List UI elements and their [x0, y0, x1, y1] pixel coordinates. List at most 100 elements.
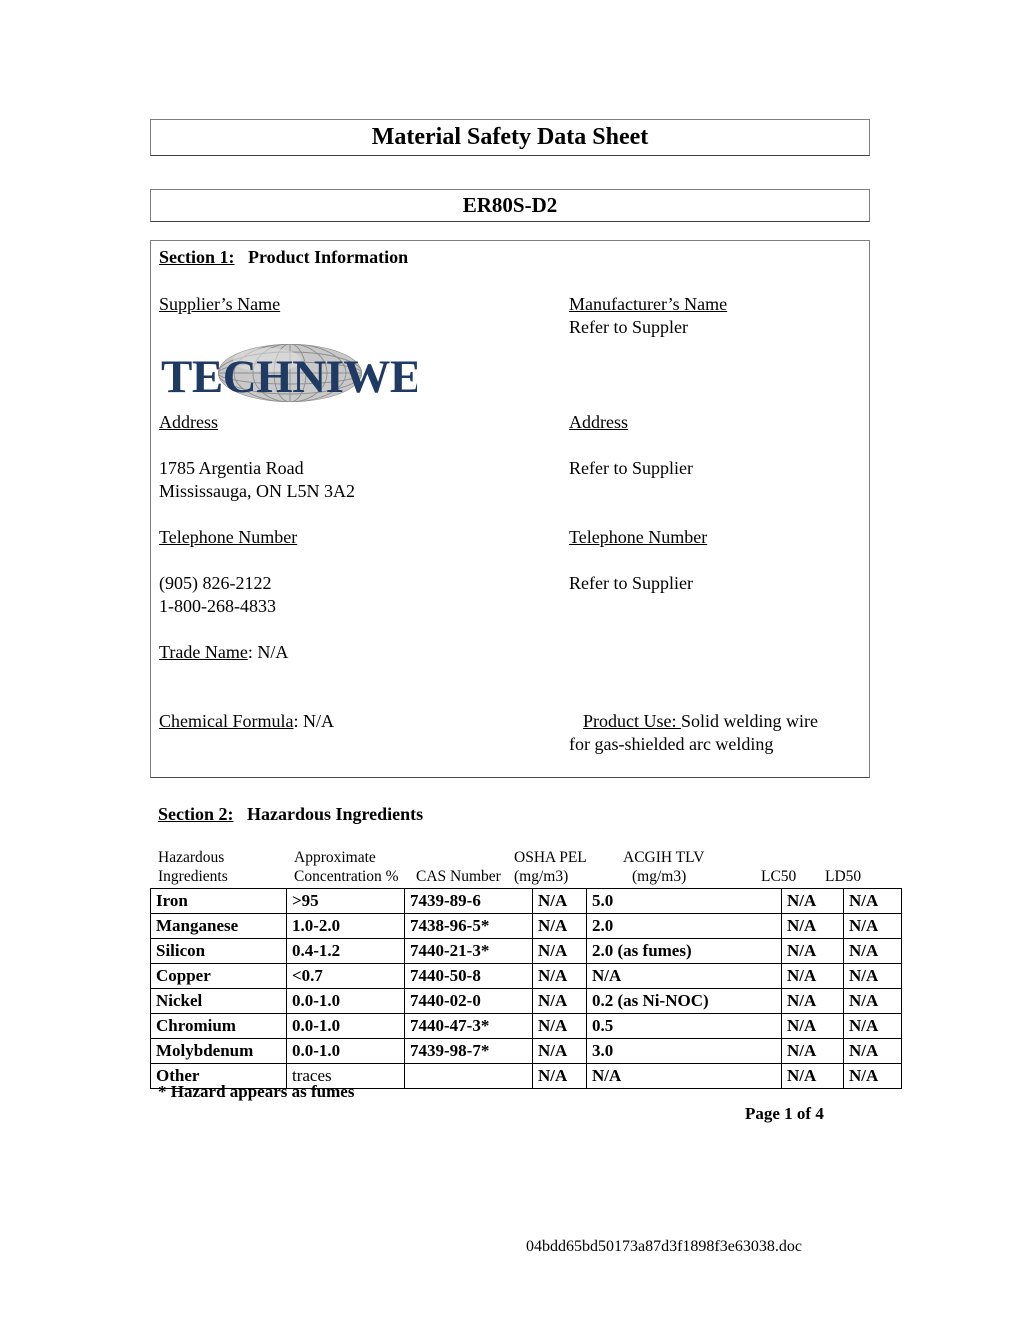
header-concentration-line-1: Approximate [294, 849, 376, 866]
ingredient-lc50: N/A [781, 988, 844, 1014]
ingredient-ld50: N/A [843, 1038, 902, 1064]
ingredient-lc50: N/A [781, 938, 844, 964]
page-title: Material Safety Data Sheet [371, 124, 649, 150]
supplier-address-line-1: 1785 Argentia Road [159, 458, 304, 478]
ingredient-cas-number: 7439-98-7* [404, 1038, 533, 1064]
manufacturer-phone-value: Refer to Supplier [569, 573, 693, 593]
header-cas-number: CAS Number [416, 868, 501, 885]
hazardous-ingredients-table: Iron >95 7439-89-6 N/A 5.0 N/A N/A Manganese 1.0… [150, 888, 902, 1089]
section-2-heading: Section 2: Hazardous Ingredients [158, 804, 423, 825]
header-osha-pel-line-1: OSHA PEL [514, 849, 587, 866]
section-2-title: Hazardous Ingredients [247, 804, 424, 824]
ingredient-concentration: >95 [286, 888, 405, 914]
manufacturer-name-label: Manufacturer’s Name [569, 294, 728, 314]
table-row: Copper <0.7 7440-50-8 N/A N/A N/A N/A [150, 963, 902, 989]
chemical-formula-row: Chemical Formula: N/A [159, 710, 334, 733]
product-use-value-part-1: Solid welding wire [681, 711, 818, 731]
ingredient-acgih-tlv: 2.0 [586, 913, 782, 939]
ingredient-osha-pel: N/A [532, 938, 587, 964]
section-1-number: Section 1: [159, 247, 235, 267]
ingredient-acgih-tlv: 5.0 [586, 888, 782, 914]
ingredient-osha-pel: N/A [532, 913, 587, 939]
ingredient-concentration: 0.0-1.0 [286, 1038, 405, 1064]
ingredient-osha-pel: N/A [532, 888, 587, 914]
ingredient-osha-pel: N/A [532, 1063, 587, 1089]
ingredient-lc50: N/A [781, 963, 844, 989]
chemical-formula-label: Chemical Formula [159, 711, 294, 731]
ingredient-cas-number: 7440-50-8 [404, 963, 533, 989]
trade-name-value: : N/A [247, 642, 289, 662]
manufacturer-phone-label: Telephone Number [569, 527, 708, 547]
ingredient-lc50: N/A [781, 1038, 844, 1064]
ingredient-concentration: 0.0-1.0 [286, 988, 405, 1014]
page-number: Page 1 of 4 [745, 1104, 824, 1123]
ingredient-ld50: N/A [843, 1063, 902, 1089]
table-row: Manganese 1.0-2.0 7438-96-5* N/A 2.0 N/A N/A [150, 913, 902, 939]
ingredient-cas-number: 7439-89-6 [404, 888, 533, 914]
ingredient-name: Nickel [150, 988, 287, 1014]
supplier-phone-label: Telephone Number [159, 527, 298, 547]
ingredient-lc50: N/A [781, 1013, 844, 1039]
table-row: Nickel 0.0-1.0 7440-02-0 N/A 0.2 (as Ni-NOC)… [150, 988, 902, 1014]
ingredient-acgih-tlv: N/A [586, 963, 782, 989]
ingredient-acgih-tlv: N/A [586, 1063, 782, 1089]
ingredient-lc50: N/A [781, 1063, 844, 1089]
header-acgih-tlv-line-1: ACGIH TLV [623, 849, 705, 866]
section-1-container: Section 1: Product Information Supplier’… [150, 240, 870, 778]
ingredient-ld50: N/A [843, 888, 902, 914]
chemical-formula-value: : N/A [293, 711, 334, 731]
header-osha-pel-line-2: (mg/m3) [514, 868, 569, 885]
header-acgih-tlv-line-2: (mg/m3) [632, 868, 687, 885]
section-2-number: Section 2: [158, 804, 234, 824]
manufacturer-address-label: Address [569, 412, 628, 432]
ingredient-cas-number [404, 1063, 533, 1089]
ingredient-ld50: N/A [843, 913, 902, 939]
supplier-phone-primary: (905) 826-2122 [159, 573, 272, 593]
ingredient-acgih-tlv: 0.2 (as Ni-NOC) [586, 988, 782, 1014]
techniweld-logo-graphic: TECHNIWELD [161, 344, 417, 403]
header-ld50: LD50 [825, 868, 862, 885]
ingredient-name: Molybdenum [150, 1038, 287, 1064]
fumes-footnote: * Hazard appears as fumes [158, 1082, 355, 1101]
header-ingredients-line-1: Hazardous [158, 849, 225, 866]
ingredient-ld50: N/A [843, 938, 902, 964]
ingredient-cas-number: 7438-96-5* [404, 913, 533, 939]
ingredient-lc50: N/A [781, 913, 844, 939]
ingredient-acgih-tlv: 3.0 [586, 1038, 782, 1064]
ingredient-name: Iron [150, 888, 287, 914]
ingredient-ld50: N/A [843, 963, 902, 989]
ingredient-ld50: N/A [843, 1013, 902, 1039]
header-concentration-line-2: Concentration % [294, 868, 399, 885]
ingredient-concentration: <0.7 [286, 963, 405, 989]
ingredient-cas-number: 7440-21-3* [404, 938, 533, 964]
ingredient-acgih-tlv: 0.5 [586, 1013, 782, 1039]
product-code-banner: ER80S-D2 [150, 189, 870, 222]
ingredient-cas-number: 7440-02-0 [404, 988, 533, 1014]
product-code: ER80S-D2 [462, 193, 558, 217]
trade-name-label: Trade Name [159, 642, 248, 662]
supplier-name-label: Supplier’s Name [159, 294, 281, 314]
ingredient-osha-pel: N/A [532, 963, 587, 989]
supplier-phone-toll-free: 1-800-268-4833 [159, 596, 276, 616]
ingredients-table-column-headers: Hazardous Ingredients Approximate Concen… [150, 848, 880, 886]
ingredient-lc50: N/A [781, 888, 844, 914]
product-use-line-1: Product Use: Solid welding wire [583, 710, 818, 733]
ingredient-acgih-tlv: 2.0 (as fumes) [586, 938, 782, 964]
table-row: Iron >95 7439-89-6 N/A 5.0 N/A N/A [150, 888, 902, 914]
msds-page: Material Safety Data Sheet ER80S-D2 Sect… [0, 0, 1020, 1320]
table-row: Chromium 0.0-1.0 7440-47-3* N/A 0.5 N/A N/A [150, 1013, 902, 1039]
manufacturer-name-value: Refer to Suppler [569, 317, 688, 337]
ingredient-osha-pel: N/A [532, 1013, 587, 1039]
table-row: Molybdenum 0.0-1.0 7439-98-7* N/A 3.0 N/A N/A [150, 1038, 902, 1064]
header-lc50: LC50 [761, 868, 797, 885]
techniweld-logo-wordmark: TECHNIWELD [161, 351, 417, 403]
section-1-heading: Section 1: Product Information [159, 247, 408, 268]
ingredient-concentration: 0.4-1.2 [286, 938, 405, 964]
techniweld-logo: TECHNIWELD [159, 342, 417, 404]
ingredient-name: Silicon [150, 938, 287, 964]
product-use-label: Product Use: [583, 711, 681, 731]
ingredient-cas-number: 7440-47-3* [404, 1013, 533, 1039]
document-title-banner: Material Safety Data Sheet [150, 119, 870, 156]
ingredient-osha-pel: N/A [532, 988, 587, 1014]
manufacturer-address-value: Refer to Supplier [569, 458, 693, 478]
